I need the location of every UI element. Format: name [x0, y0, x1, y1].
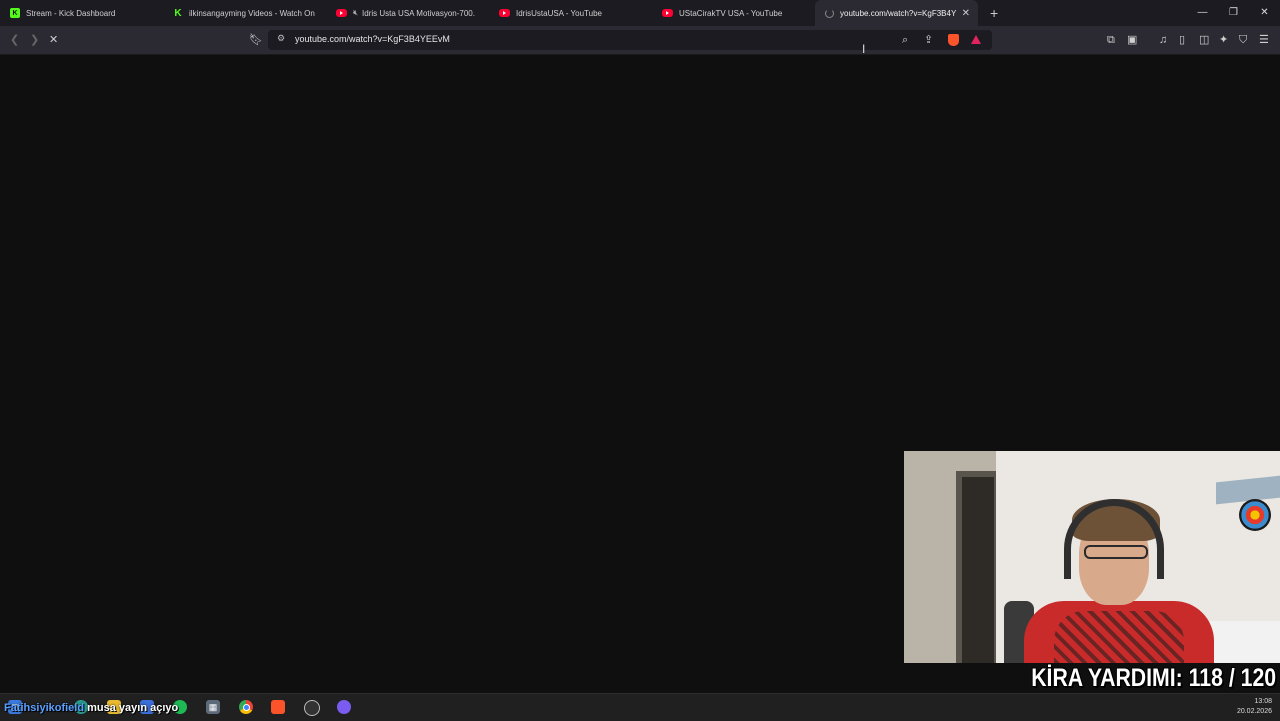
tab-strip: K Stream - Kick Dashboard K ilkinsangaym…	[0, 0, 1280, 26]
youtube-icon	[499, 9, 510, 17]
tab-title: IdrisUstaUSA - YouTube	[516, 8, 602, 18]
kick-outline-icon: K	[174, 7, 182, 19]
calculator-icon[interactable]: ▦	[206, 700, 220, 714]
close-tab-icon[interactable]: ✕	[962, 8, 970, 19]
menu-icon[interactable]: ☰	[1259, 32, 1269, 48]
tab-ustaciraktv[interactable]: UStaCirakTV USA - YouTube	[652, 0, 815, 26]
windows-taskbar: ⊞ ⌕ ▦ 13:08 20.02.2026	[0, 693, 1280, 721]
sidebar-icon[interactable]: ▯	[1179, 32, 1185, 48]
brave-shields-icon[interactable]	[948, 34, 959, 46]
tab-idris-motivasyon[interactable]: 🔇︎ Idris Usta USA Motivasyon-700.	[326, 0, 489, 26]
wallet-icon[interactable]: ◫	[1199, 32, 1209, 48]
follower-alert: Fatihsiyikofield musa yayın açıyo	[4, 702, 178, 714]
kick-icon: K	[10, 8, 20, 18]
media-icon[interactable]: ♫	[1159, 32, 1167, 48]
forward-icon[interactable]: ❯	[30, 32, 39, 48]
brave-rewards-icon[interactable]	[971, 35, 981, 44]
screenshot-icon[interactable]: ▣	[1127, 32, 1137, 48]
window-controls: — ❐ ✕	[1187, 0, 1280, 26]
youtube-icon	[336, 9, 347, 17]
leo-ai-icon[interactable]: ✦	[1219, 32, 1228, 48]
navigation-bar: ❮ ❯ ✕ 🔖︎ ⚙ youtube.com/watch?v=KgF3B4YEE…	[0, 26, 1280, 55]
text-cursor-icon: I	[862, 42, 866, 56]
clock-time: 13:08	[1254, 698, 1272, 705]
address-bar[interactable]: ⚙ youtube.com/watch?v=KgF3B4YEEvM ⌕ ⇪	[268, 30, 992, 50]
tab-youtube-watch-active[interactable]: youtube.com/watch?v=KgF3B4Y ✕	[815, 0, 978, 26]
bookmark-icon[interactable]: 🔖︎	[249, 32, 263, 48]
minimize-icon[interactable]: —	[1187, 0, 1218, 26]
tab-title: ilkinsangayming Videos - Watch On	[189, 8, 315, 18]
webcam-overlay	[904, 451, 1280, 663]
zoom-icon[interactable]: ⌕	[902, 32, 908, 48]
tab-title: Stream - Kick Dashboard	[26, 8, 116, 18]
site-settings-icon[interactable]: ⚙	[277, 33, 285, 44]
follower-name: Fatihsiyikofield	[4, 702, 85, 714]
back-icon[interactable]: ❮	[10, 32, 19, 48]
tab-kick-videos[interactable]: K ilkinsangayming Videos - Watch On	[163, 0, 326, 26]
tab-title: Idris Usta USA Motivasyon-700.	[362, 8, 475, 18]
tab-kick-dashboard[interactable]: K Stream - Kick Dashboard	[0, 0, 163, 26]
close-window-icon[interactable]: ✕	[1249, 0, 1280, 26]
chrome-icon[interactable]	[239, 700, 253, 714]
share-icon[interactable]: ⇪	[924, 32, 933, 48]
archery-target-poster	[1239, 499, 1271, 531]
loading-spinner-icon	[825, 8, 834, 18]
stop-loading-icon[interactable]: ✕	[49, 32, 58, 48]
muted-speaker-icon[interactable]: 🔇︎	[353, 8, 358, 18]
system-clock[interactable]: 13:08 20.02.2026	[1237, 697, 1272, 717]
clock-date: 20.02.2026	[1236, 708, 1272, 715]
restore-icon[interactable]: ❐	[1218, 0, 1249, 26]
vpn-shield-icon[interactable]: ⛉	[1239, 32, 1247, 48]
url-text[interactable]: youtube.com/watch?v=KgF3B4YEEvM	[295, 34, 450, 44]
tab-title: youtube.com/watch?v=KgF3B4Y	[840, 8, 957, 18]
tab-title: UStaCirakTV USA - YouTube	[679, 8, 783, 18]
obs-icon[interactable]	[304, 700, 320, 716]
youtube-icon	[662, 9, 673, 17]
tab-idrisustausa[interactable]: IdrisUstaUSA - YouTube	[489, 0, 652, 26]
follower-message: musa yayın açıyo	[87, 702, 179, 714]
extensions-icon[interactable]: ⧉	[1107, 32, 1115, 48]
app-icon[interactable]	[337, 700, 351, 714]
rent-goal-counter: KİRA YARDIMI: 118 / 120	[1031, 664, 1276, 692]
new-tab-icon[interactable]: +	[990, 5, 998, 21]
brave-icon[interactable]	[271, 700, 285, 714]
